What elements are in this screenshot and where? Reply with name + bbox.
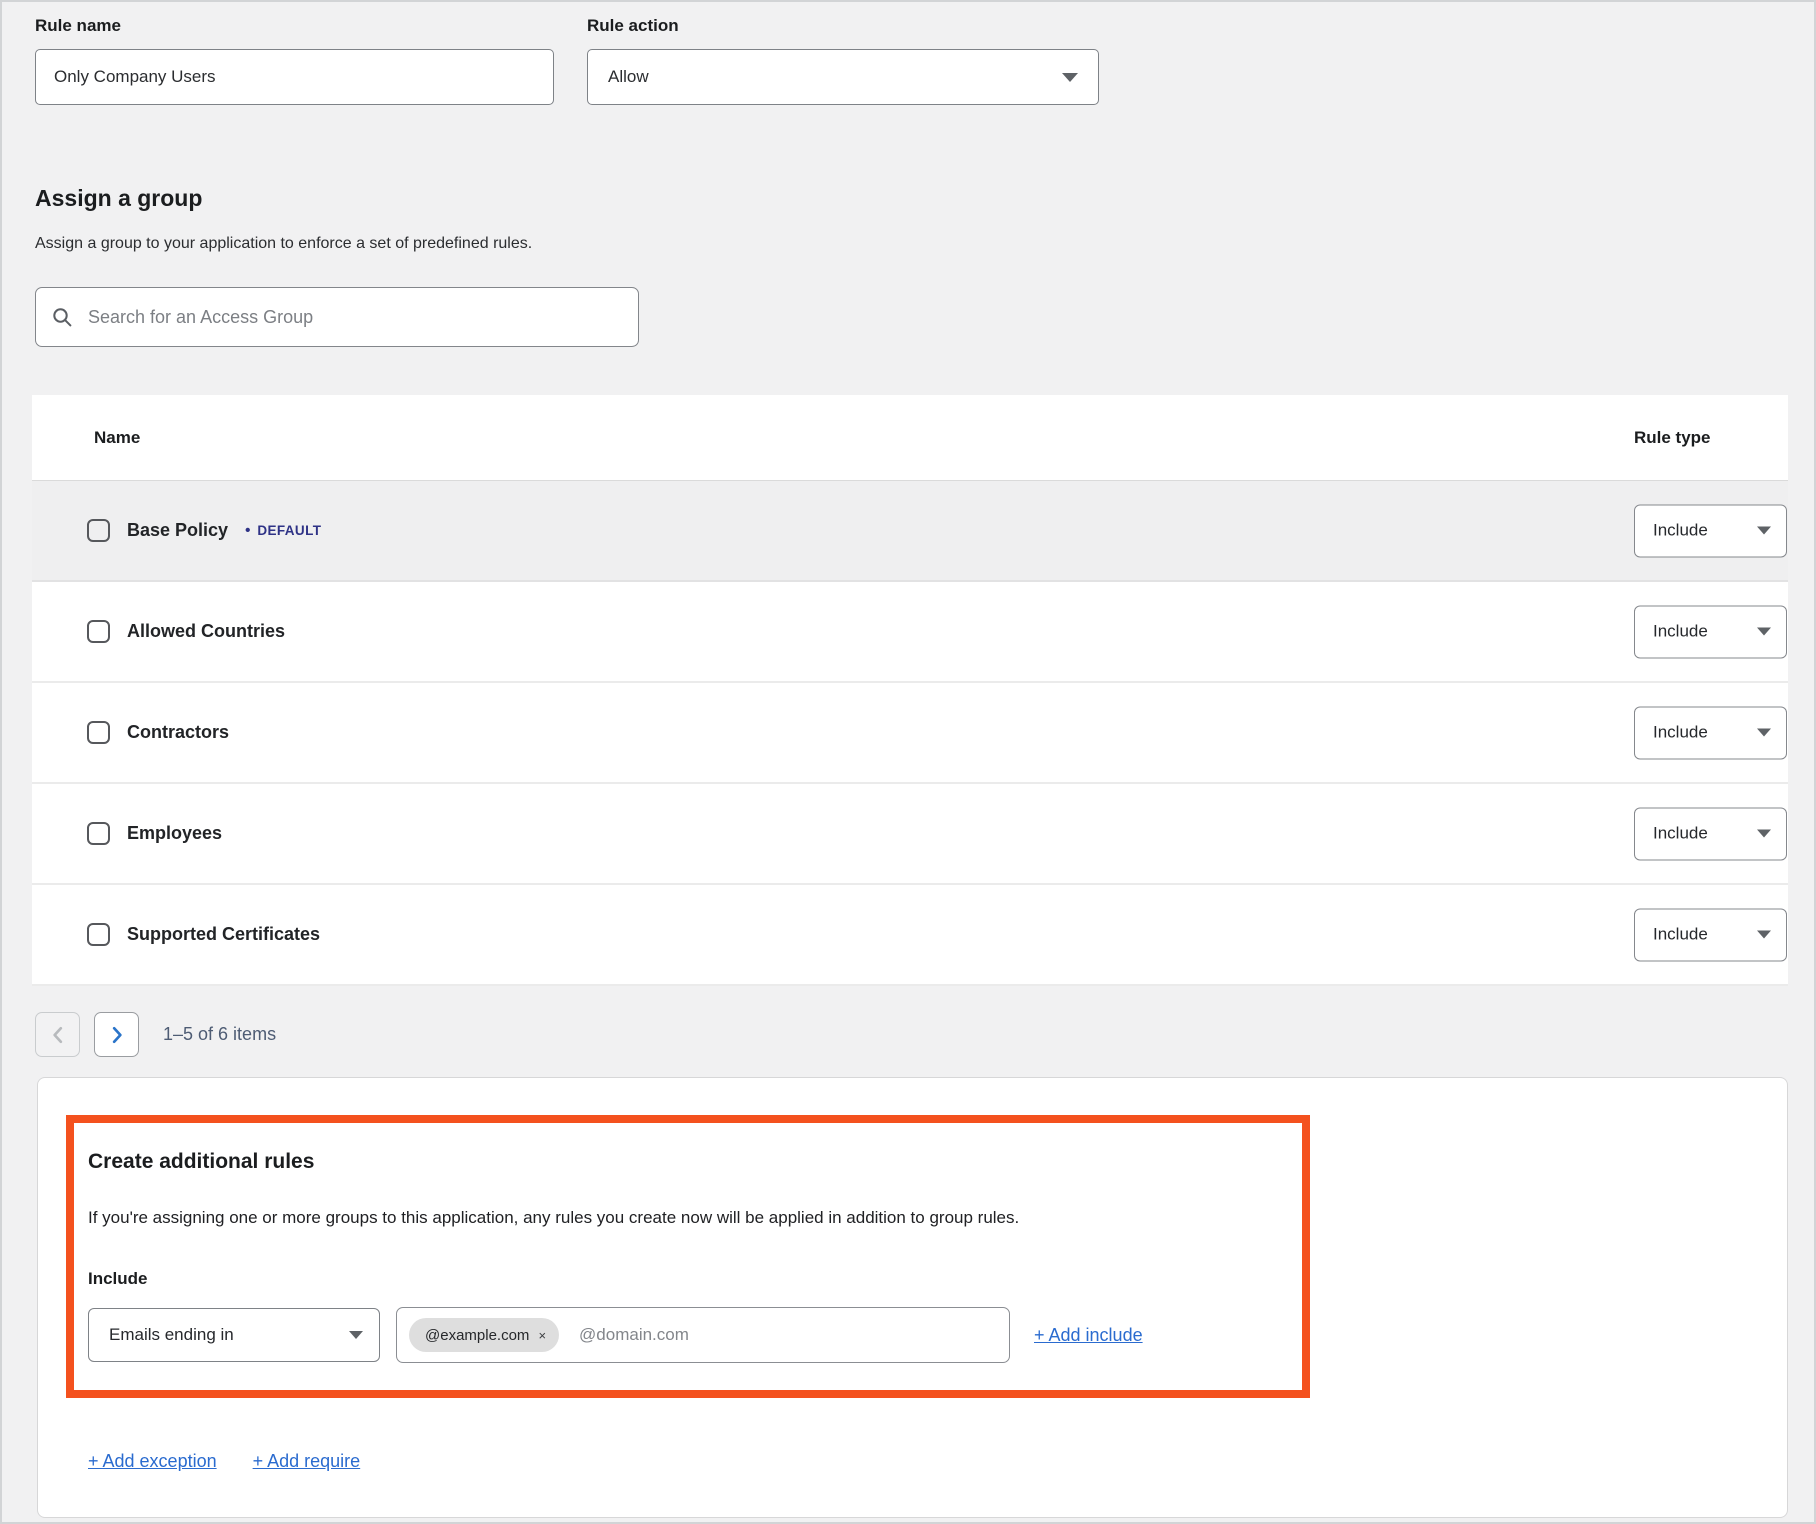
chevron-down-icon [349,1331,363,1339]
chip-label: @example.com [425,1327,529,1344]
rule-action-select[interactable]: Allow [587,49,1099,105]
row-name: Employees [127,823,222,844]
additional-rules-card: Create additional rules If you're assign… [37,1077,1788,1518]
chevron-down-icon [1757,527,1771,535]
chevron-right-icon [111,1026,123,1044]
pagination: 1–5 of 6 items [35,1012,276,1057]
add-require-link[interactable]: + Add require [253,1451,361,1472]
badge-label: DEFAULT [257,523,321,538]
rule-type-dropdown[interactable]: Include [1634,706,1787,759]
previous-page-button[interactable] [35,1012,80,1057]
rule-type-dropdown[interactable]: Include [1634,807,1787,860]
assign-group-heading: Assign a group [35,185,639,212]
table-row[interactable]: Contractors Include [32,683,1788,784]
rule-type-value: Include [1653,622,1708,642]
rule-type-dropdown[interactable]: Include [1634,908,1787,961]
add-exception-link[interactable]: + Add exception [88,1451,217,1472]
column-header-rule-type: Rule type [1634,428,1711,448]
row-checkbox[interactable] [87,923,110,946]
chevron-down-icon [1757,729,1771,737]
badge-bullet-icon: • [245,522,250,539]
additional-rules-heading: Create additional rules [88,1150,1272,1174]
rule-name-field: Rule name [35,16,554,105]
email-domain-chip: @example.com × [409,1318,559,1352]
table-row[interactable]: Base Policy • DEFAULT Include [32,481,1788,582]
condition-value: Emails ending in [109,1325,234,1345]
rule-type-dropdown[interactable]: Include [1634,605,1787,658]
row-checkbox[interactable] [87,519,110,542]
table-header: Name Rule type [32,395,1788,481]
chip-remove-icon[interactable]: × [538,1328,546,1343]
rule-name-input[interactable] [35,49,554,105]
pagination-status: 1–5 of 6 items [163,1024,276,1045]
table-row[interactable]: Allowed Countries Include [32,582,1788,683]
include-rule-row: Emails ending in @example.com × @domain.… [88,1307,1272,1363]
rule-action-value: Allow [608,67,649,87]
table-row[interactable]: Supported Certificates Include [32,885,1788,986]
next-page-button[interactable] [94,1012,139,1057]
additional-rules-description: If you're assigning one or more groups t… [88,1207,1272,1228]
rule-action-field: Rule action Allow [587,16,1099,105]
rule-form: Rule name Rule action Allow [35,16,1099,105]
include-label: Include [88,1269,1272,1289]
rule-type-value: Include [1653,723,1708,743]
default-badge: • DEFAULT [245,522,321,539]
row-checkbox[interactable] [87,822,110,845]
email-domain-input[interactable]: @example.com × @domain.com [396,1307,1010,1363]
chevron-down-icon [1062,73,1078,82]
row-name: Base Policy [127,520,228,541]
rule-type-value: Include [1653,521,1708,541]
chevron-left-icon [52,1026,64,1044]
access-group-search[interactable] [35,287,639,347]
row-name: Allowed Countries [127,621,285,642]
rule-editor-page: Rule name Rule action Allow Assign a gro… [0,0,1816,1524]
rule-name-label: Rule name [35,16,554,36]
add-include-link[interactable]: + Add include [1034,1325,1143,1346]
chevron-down-icon [1757,628,1771,636]
search-input[interactable] [86,306,622,329]
row-name: Supported Certificates [127,924,320,945]
rule-type-value: Include [1653,925,1708,945]
rule-type-dropdown[interactable]: Include [1634,504,1787,557]
column-header-name: Name [32,428,140,448]
row-checkbox[interactable] [87,721,110,744]
assign-group-description: Assign a group to your application to en… [35,234,639,253]
condition-select[interactable]: Emails ending in [88,1308,380,1362]
chevron-down-icon [1757,830,1771,838]
highlight-outline: Create additional rules If you're assign… [66,1115,1310,1398]
rule-type-value: Include [1653,824,1708,844]
rule-links: + Add exception + Add require [88,1451,360,1472]
assign-group-section: Assign a group Assign a group to your ap… [35,185,639,347]
search-icon [52,307,73,328]
domain-placeholder: @domain.com [579,1325,689,1345]
rule-action-label: Rule action [587,16,1099,36]
row-checkbox[interactable] [87,620,110,643]
table-row[interactable]: Employees Include [32,784,1788,885]
chevron-down-icon [1757,931,1771,939]
row-name: Contractors [127,722,229,743]
access-groups-table: Name Rule type Base Policy • DEFAULT Inc… [32,395,1788,986]
